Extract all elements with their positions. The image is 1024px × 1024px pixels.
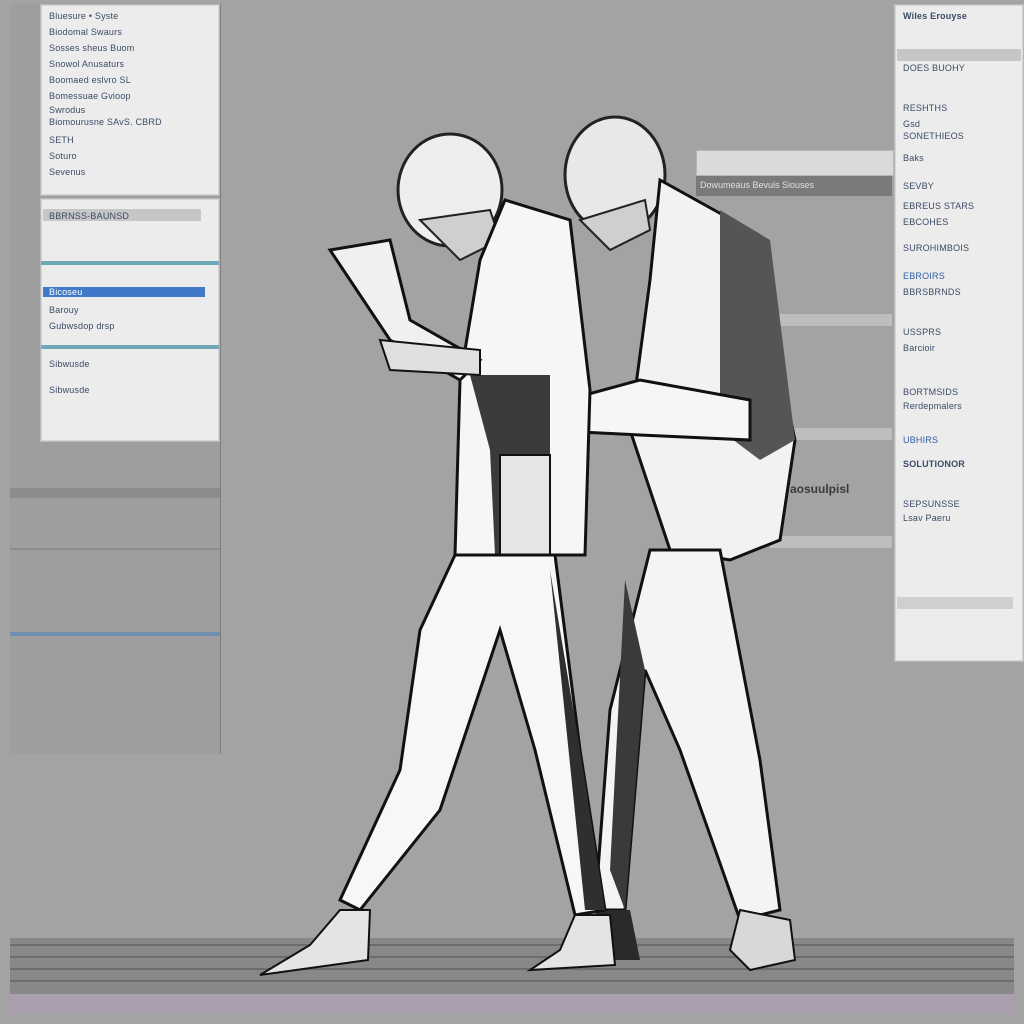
list-item[interactable]: Biodomal Swaurs <box>49 27 122 37</box>
list-item[interactable]: Gubwsdop drsp <box>49 321 115 331</box>
right-sidebar-panel[interactable]: Wiles Erouyse DOES BUOHY RESHTHS Gsd SON… <box>894 4 1024 662</box>
list-item[interactable]: Bomessuae Gvioop <box>49 91 131 101</box>
list-item[interactable]: Soturo <box>49 151 77 161</box>
selected-list-item[interactable]: Bicoseu <box>49 287 82 297</box>
list-item[interactable]: Barouy <box>49 305 79 315</box>
divider <box>41 345 219 349</box>
left-frame-divider <box>10 488 220 498</box>
list-item[interactable]: Rerdepmalers <box>903 401 962 411</box>
list-item[interactable]: SONETHIEOS <box>903 131 964 141</box>
list-item[interactable]: EBCOHES <box>903 217 948 227</box>
list-item[interactable]: BBRSBRNDS <box>903 287 961 297</box>
list-item[interactable]: SEVBY <box>903 181 934 191</box>
list-item[interactable]: Sibwusde <box>49 385 90 395</box>
settings-panel-top[interactable]: Bluesure • Syste Biodomal Swaurs Sosses … <box>40 4 220 196</box>
list-item[interactable]: EBROIRS <box>903 271 945 281</box>
panel-header-bar <box>897 49 1021 61</box>
list-item[interactable]: Swrodus <box>49 105 85 115</box>
list-item[interactable]: BORTMSIDS <box>903 387 958 397</box>
floor-base <box>10 994 1014 1014</box>
list-item[interactable]: EBREUS STARS <box>903 201 974 211</box>
list-item[interactable]: Bluesure • Syste <box>49 11 118 21</box>
list-item[interactable]: SOLUTIONOR <box>903 459 965 469</box>
list-item[interactable]: Gsd <box>903 119 920 129</box>
list-item[interactable]: Snowol Anusaturs <box>49 59 124 69</box>
list-item[interactable]: Lsav Paeru <box>903 513 951 523</box>
two-figures-illustration <box>259 115 797 976</box>
figure-left <box>259 132 617 976</box>
list-item[interactable]: USSPRS <box>903 327 941 337</box>
left-frame-divider <box>10 548 220 550</box>
list-item[interactable]: SUROHIMBOIS <box>903 243 969 253</box>
settings-panel-mid[interactable]: BBRNSS-BAUNSD Bicoseu Barouy Gubwsdop dr… <box>40 198 220 442</box>
list-item[interactable]: SEPSUNSSE <box>903 499 960 509</box>
list-item[interactable]: Baks <box>903 153 924 163</box>
left-frame-accent-line <box>10 632 220 636</box>
list-item[interactable]: SETH <box>49 135 74 145</box>
divider <box>41 261 219 265</box>
panel-title: Wiles Erouyse <box>903 11 968 21</box>
list-item[interactable]: RESHTHS <box>903 103 947 113</box>
list-item[interactable]: Sosses sheus Buom <box>49 43 134 53</box>
list-item[interactable]: UBHIRS <box>903 435 938 445</box>
panel-footer-bar <box>897 597 1013 609</box>
list-item[interactable]: BBRNSS-BAUNSD <box>49 211 129 221</box>
list-item[interactable]: Sibwusde <box>49 359 90 369</box>
list-item[interactable]: Biomourusne SAvS. CBRD <box>49 117 162 127</box>
list-item[interactable]: Boomaed eslvro SL <box>49 75 131 85</box>
list-item[interactable]: Barcioir <box>903 343 935 353</box>
list-item[interactable]: Sevenus <box>49 167 85 177</box>
panel-subtitle: DOES BUOHY <box>903 63 966 73</box>
